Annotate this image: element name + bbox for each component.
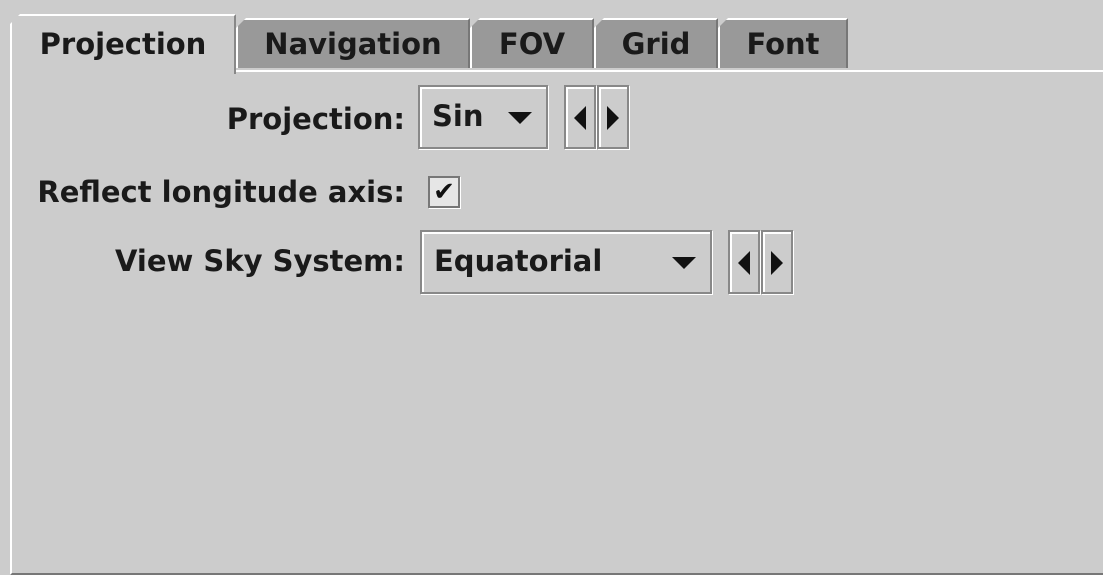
projection-label: Projection: bbox=[226, 102, 405, 136]
projection-settings-panel: Projection: Sin Reflect longitude axis: … bbox=[10, 70, 1103, 575]
view-sky-system-label: View Sky System: bbox=[115, 244, 405, 278]
sky-system-previous-button[interactable] bbox=[728, 230, 760, 294]
chevron-down-icon bbox=[508, 112, 532, 124]
sky-system-select[interactable]: Equatorial bbox=[420, 230, 712, 294]
tab-fov[interactable]: FOV bbox=[470, 18, 594, 68]
sky-system-stepper bbox=[728, 230, 794, 294]
reflect-longitude-label: Reflect longitude axis: bbox=[37, 175, 405, 209]
tab-strip: Projection Navigation FOV Grid Font bbox=[0, 0, 1103, 74]
projection-stepper bbox=[564, 85, 630, 149]
triangle-left-icon bbox=[574, 106, 586, 130]
reflect-longitude-checkbox[interactable]: ✔ bbox=[428, 176, 460, 208]
tab-projection[interactable]: Projection bbox=[10, 14, 236, 74]
triangle-right-icon bbox=[607, 106, 619, 130]
projection-select[interactable]: Sin bbox=[418, 85, 548, 149]
projection-previous-button[interactable] bbox=[564, 85, 596, 149]
chevron-down-icon bbox=[672, 257, 696, 269]
triangle-right-icon bbox=[771, 251, 783, 275]
triangle-left-icon bbox=[738, 251, 750, 275]
tab-font[interactable]: Font bbox=[718, 18, 848, 68]
tab-navigation[interactable]: Navigation bbox=[236, 18, 470, 68]
sky-system-select-value: Equatorial bbox=[434, 244, 603, 278]
sky-system-next-button[interactable] bbox=[761, 230, 793, 294]
checkmark-icon: ✔ bbox=[433, 177, 455, 207]
tab-grid[interactable]: Grid bbox=[594, 18, 718, 68]
projection-select-value: Sin bbox=[432, 99, 484, 133]
projection-next-button[interactable] bbox=[597, 85, 629, 149]
